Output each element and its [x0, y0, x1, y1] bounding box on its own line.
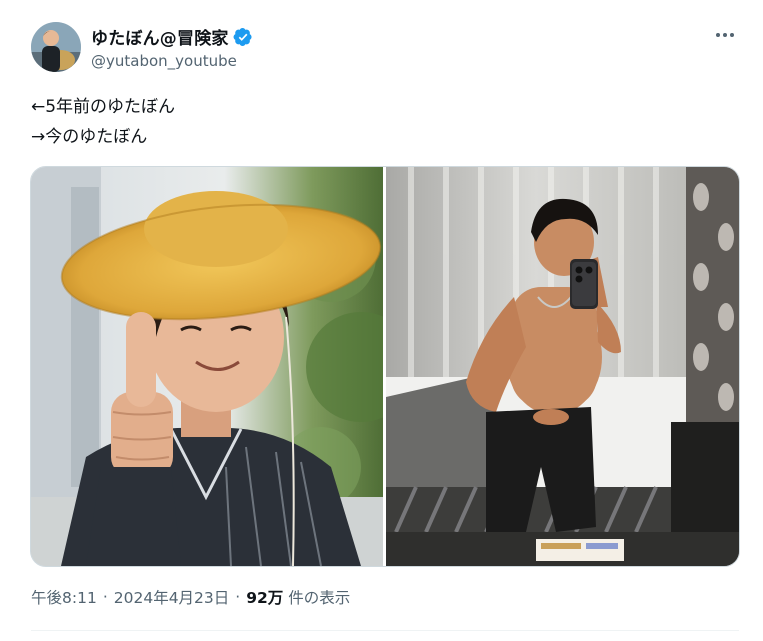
photo-mirror-selfie[interactable]	[386, 167, 739, 566]
divider	[31, 630, 739, 631]
meta-separator: ·	[235, 588, 241, 606]
tweet-meta: 午後8:11 · 2024年4月23日 · 92万 件の表示	[31, 586, 350, 608]
more-options-icon-dot	[723, 33, 727, 37]
avatar[interactable]	[31, 22, 81, 72]
more-options-icon	[716, 33, 720, 37]
tweet-date[interactable]: 2024年4月23日	[114, 586, 230, 608]
verified-badge-icon[interactable]	[233, 27, 253, 47]
photo-child-straw-hat[interactable]	[31, 167, 383, 566]
tweet-text-line: →今のゆたぼん	[31, 127, 148, 147]
more-options-icon-dot	[730, 33, 734, 37]
views-label[interactable]: 件の表示	[288, 586, 350, 608]
more-options-button[interactable]	[710, 22, 740, 48]
meta-separator: ·	[102, 588, 108, 606]
views-count[interactable]: 92万	[246, 586, 283, 608]
author-handle[interactable]: @yutabon_youtube	[91, 52, 237, 70]
author-name-row: ゆたぼん@冒険家	[91, 24, 253, 49]
author-display-name[interactable]: ゆたぼん@冒険家	[91, 24, 229, 49]
tweet-text: ←5年前のゆたぼん →今のゆたぼん	[31, 92, 175, 152]
media-grid	[30, 166, 740, 567]
tweet-text-line: ←5年前のゆたぼん	[31, 97, 176, 117]
tweet-card: ゆたぼん@冒険家 @yutabon_youtube ←5年前のゆたぼん →今のゆ…	[0, 0, 763, 641]
tweet-time[interactable]: 午後8:11	[31, 586, 97, 608]
